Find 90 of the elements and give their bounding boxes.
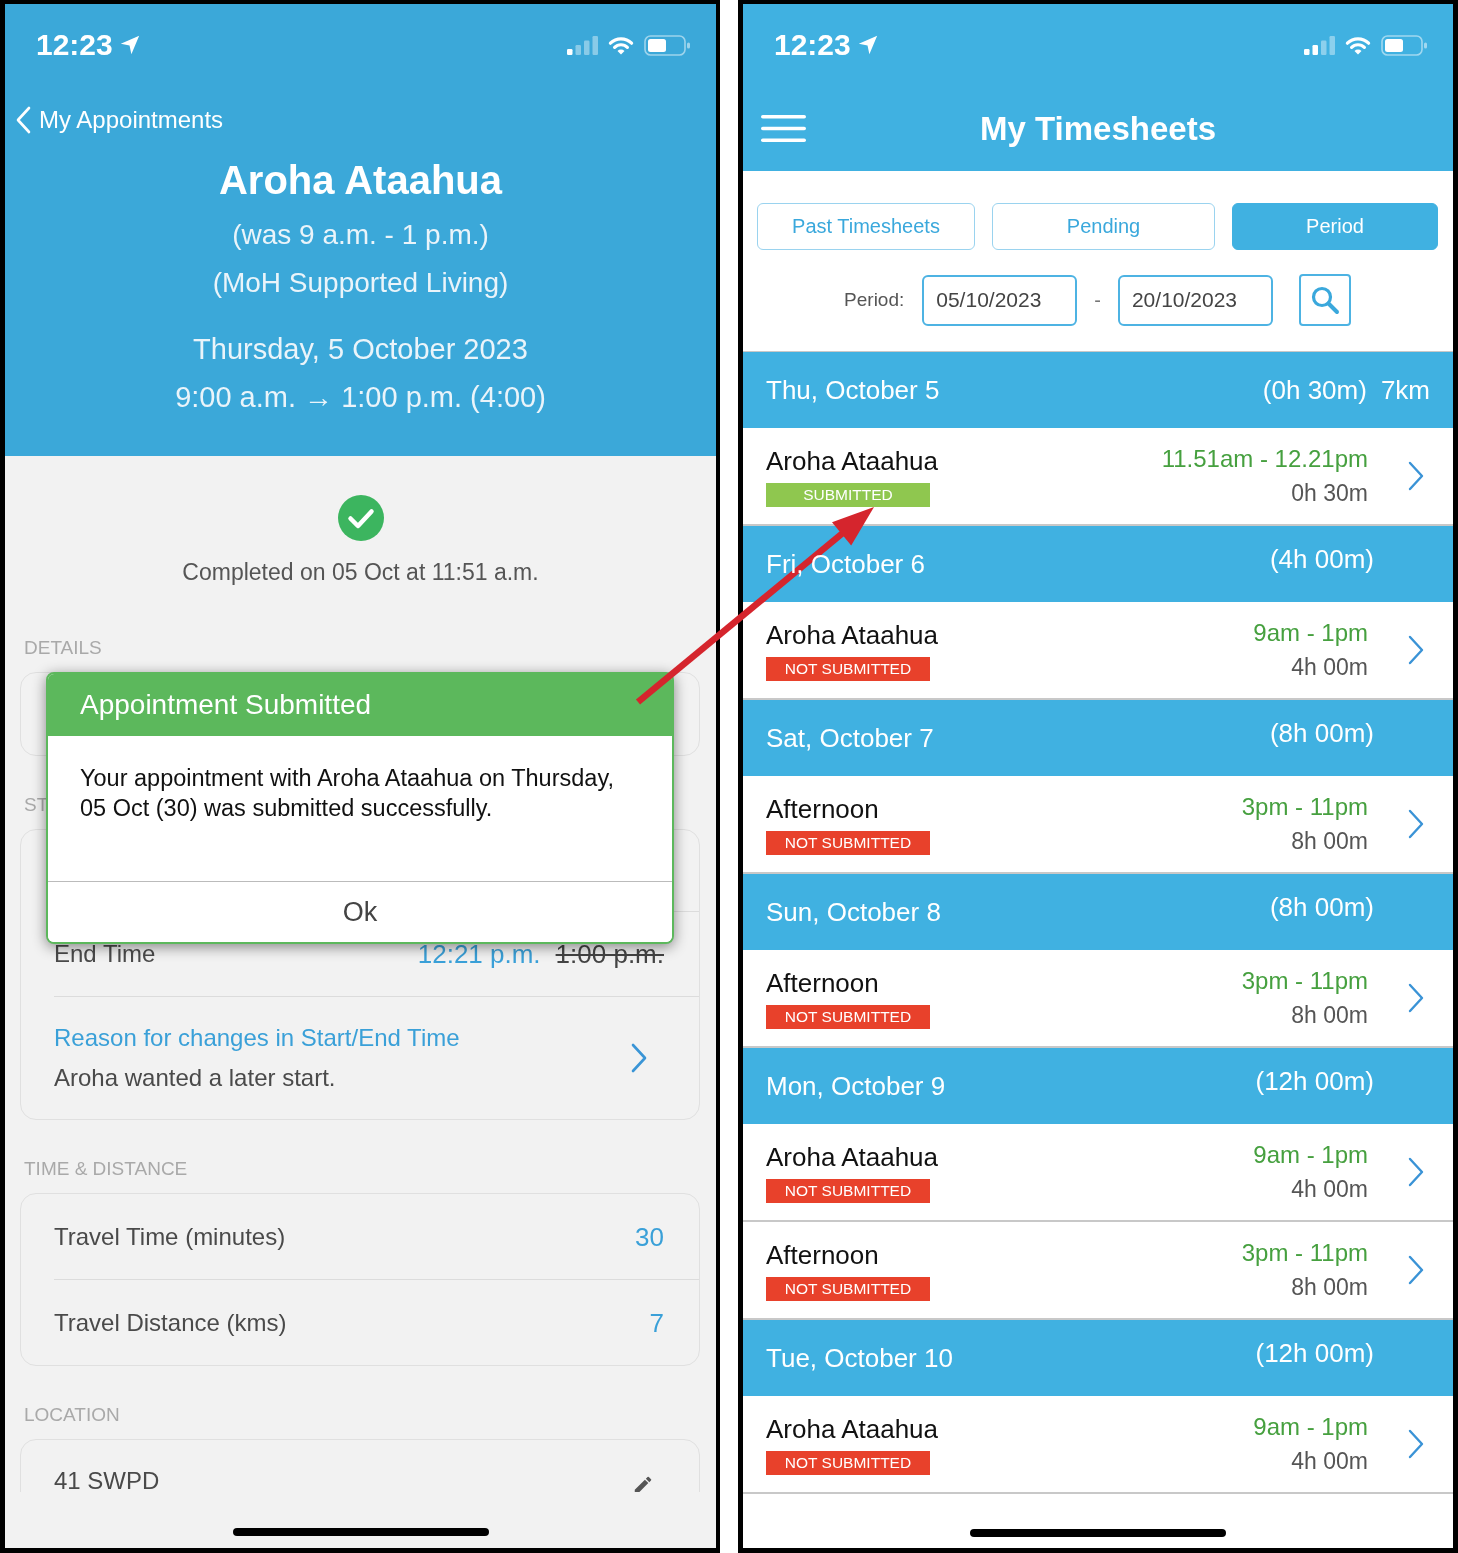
wifi-icon (1345, 35, 1371, 55)
day-total: (12h 00m) (1255, 1066, 1374, 1096)
entry-time-range: 3pm - 11pm (1241, 966, 1368, 996)
entry-name: Aroha Ataahua (766, 1413, 939, 1444)
status-badge: NOT SUBMITTED (766, 830, 930, 855)
status-badge: NOT SUBMITTED (766, 656, 930, 681)
chevron-right-icon[interactable] (1408, 1429, 1424, 1459)
day-distance: 7km (1380, 375, 1430, 405)
day-total: (0h 30m) (1262, 375, 1367, 405)
entry-duration: 4h 00m (1291, 1175, 1368, 1204)
signal-icon (1304, 35, 1335, 55)
entry-time-range: 3pm - 11pm (1241, 1238, 1368, 1268)
pencil-icon[interactable] (632, 1474, 654, 1492)
client-name: Aroha Ataahua (218, 157, 504, 204)
search-icon[interactable] (1309, 285, 1340, 315)
location-arrow-icon (118, 34, 141, 56)
entry-time-range: 11.51am - 12.21pm (1161, 444, 1368, 474)
entry-duration: 0h 30m (1291, 479, 1368, 508)
entry-time-range: 9am - 1pm (1253, 1412, 1368, 1442)
day-total: (8h 00m) (1269, 718, 1374, 748)
day-total: (12h 00m) (1255, 1338, 1374, 1368)
entry-name: Afternoon (766, 967, 879, 998)
chevron-right-icon[interactable] (1408, 635, 1424, 665)
status-badge: NOT SUBMITTED (766, 1178, 930, 1203)
chevron-right-icon[interactable] (1408, 1255, 1424, 1285)
completion-text: Completed on 05 Oct at 11:51 a.m. (181, 558, 540, 587)
entry-time-range: 3pm - 11pm (1241, 792, 1368, 822)
row-label: Travel Distance (kms) (54, 1307, 287, 1338)
status-badge: NOT SUBMITTED (766, 1450, 930, 1475)
chevron-left-icon[interactable] (15, 106, 31, 134)
old-time-value: 1:00 p.m. (555, 939, 664, 969)
section-label: TIME & DISTANCE (24, 1157, 188, 1181)
section-label: DETAILS (24, 636, 102, 660)
section-label: LOCATION (24, 1403, 120, 1427)
ok-button[interactable]: Ok (48, 881, 672, 942)
day-label: Thu, October 5 (766, 375, 940, 405)
chevron-right-icon[interactable] (1408, 983, 1424, 1013)
menu-icon[interactable] (761, 115, 806, 142)
new-time-value: 12:21 p.m. (417, 939, 541, 969)
day-label: Sat, October 7 (766, 723, 934, 753)
entry-time-range: 9am - 1pm (1253, 1140, 1368, 1170)
day-total: (8h 00m) (1269, 892, 1374, 922)
entry-duration: 4h 00m (1291, 1447, 1368, 1476)
status-time: 12:23 (774, 28, 851, 62)
entry-duration: 4h 00m (1291, 653, 1368, 682)
entry-duration: 8h 00m (1291, 827, 1368, 856)
appointment-note: (was 9 a.m. - 1 p.m.) (231, 218, 490, 252)
battery-icon (644, 34, 691, 56)
day-total: (4h 00m) (1269, 544, 1374, 574)
chevron-right-icon[interactable] (1408, 809, 1424, 839)
battery-icon (1381, 34, 1428, 56)
entry-time-range: 9am - 1pm (1253, 618, 1368, 648)
entry-name: Aroha Ataahua (766, 1141, 939, 1172)
status-badge: NOT SUBMITTED (766, 1004, 930, 1029)
dialog-message: Your appointment with Aroha Ataahua on Thursday, 05 Oct (30) was submitted successfully. (79, 764, 615, 823)
row-label: Travel Time (minutes) (54, 1221, 286, 1252)
entry-name: Aroha Ataahua (766, 619, 939, 650)
reason-text: Aroha wanted a later start. (54, 1063, 336, 1093)
location-arrow-icon (856, 34, 879, 56)
chevron-right-icon[interactable] (631, 1043, 647, 1073)
dialog-title: Appointment Submitted (80, 688, 372, 722)
status-time: 12:23 (36, 28, 113, 62)
row-label: End Time (54, 939, 156, 969)
section-label: ST (24, 793, 49, 817)
entry-duration: 8h 00m (1291, 1001, 1368, 1030)
date-separator: - (1094, 288, 1101, 312)
period-label: Period: (844, 289, 905, 311)
day-label: Sun, October 8 (766, 897, 941, 927)
check-circle-icon (337, 495, 384, 541)
wifi-icon (608, 35, 634, 55)
chevron-right-icon[interactable] (1408, 1157, 1424, 1187)
entry-name: Afternoon (766, 1239, 879, 1270)
day-label: Mon, October 9 (766, 1071, 946, 1101)
search-button[interactable] (1298, 274, 1351, 326)
status-badge: SUBMITTED (766, 482, 930, 507)
day-label: Fri, October 6 (766, 549, 925, 579)
appointment-time: 9:00 a.m. → 1:00 p.m. (4:00) (174, 380, 547, 415)
entry-name: Afternoon (766, 793, 879, 824)
date-field[interactable]: 05/10/2023 (922, 274, 1078, 326)
signal-icon (567, 35, 598, 55)
entry-duration: 8h 00m (1291, 1273, 1368, 1302)
day-label: Tue, October 10 (766, 1343, 953, 1373)
entry-name: Aroha Ataahua (766, 445, 939, 476)
chevron-right-icon[interactable] (1408, 461, 1424, 491)
appointment-note: (MoH Supported Living) (211, 266, 510, 300)
appointment-date: Thursday, 5 October 2023 (192, 332, 529, 367)
status-badge: NOT SUBMITTED (766, 1276, 930, 1301)
location-text: 41 SWPD (54, 1466, 160, 1492)
screen-title: My Timesheets (980, 108, 1216, 149)
date-field[interactable]: 20/10/2023 (1117, 274, 1273, 326)
